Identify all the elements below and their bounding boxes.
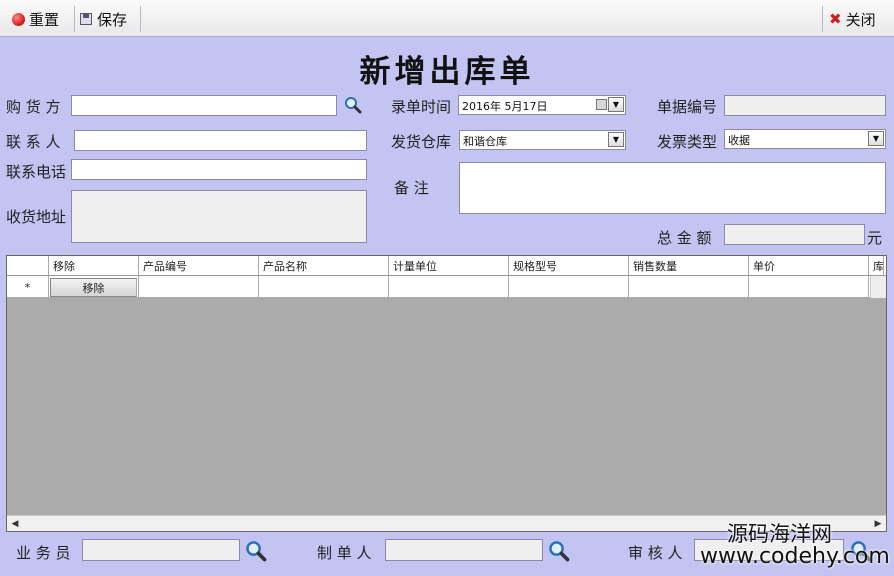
maker-label: 制 单 人 xyxy=(317,544,372,562)
phone-label: 联系电话 xyxy=(6,163,67,181)
close-icon: ✖ xyxy=(829,10,842,28)
column-header[interactable]: 产品编号 xyxy=(139,256,259,275)
save-button-label: 保存 xyxy=(97,10,128,29)
total-label: 总 金 额 xyxy=(657,229,712,247)
warehouse-label: 发货仓库 xyxy=(391,133,452,151)
entry-time-label: 录单时间 xyxy=(391,98,452,116)
column-header[interactable]: 销售数量 xyxy=(629,256,749,275)
address-textarea[interactable] xyxy=(71,190,367,243)
doc-no-input[interactable] xyxy=(724,95,886,116)
total-input[interactable] xyxy=(724,224,865,245)
invoice-type-label: 发票类型 xyxy=(657,133,718,151)
chevron-down-icon[interactable]: ▼ xyxy=(868,131,884,146)
table-cell[interactable] xyxy=(389,276,509,297)
search-icon[interactable] xyxy=(245,540,267,562)
column-header[interactable]: 单价 xyxy=(749,256,869,275)
column-header[interactable]: 产品名称 xyxy=(259,256,389,275)
column-header[interactable] xyxy=(7,256,49,275)
close-button-label: 关闭 xyxy=(845,10,876,29)
remark-textarea[interactable] xyxy=(459,162,886,214)
close-button[interactable]: ✖ 关闭 xyxy=(829,6,876,32)
chevron-down-icon[interactable]: ▼ xyxy=(608,97,624,112)
new-row-marker: * xyxy=(7,276,49,297)
contact-label: 联 系 人 xyxy=(6,133,61,151)
toolbar-separator xyxy=(140,6,141,32)
toolbar-separator xyxy=(74,6,75,32)
save-icon xyxy=(80,13,92,25)
table-cell[interactable] xyxy=(749,276,869,297)
search-icon[interactable] xyxy=(548,540,570,562)
reset-button[interactable]: 重置 xyxy=(12,6,59,32)
table-cell[interactable] xyxy=(629,276,749,297)
reset-button-label: 重置 xyxy=(29,10,60,29)
remove-cell: 移除 xyxy=(49,276,139,297)
toolbar-separator xyxy=(822,6,823,32)
toolbar: 重置 保存 ✖ 关闭 xyxy=(0,0,894,37)
contact-input[interactable] xyxy=(74,130,367,151)
phone-input[interactable] xyxy=(71,159,367,180)
column-header[interactable]: 计量单位 xyxy=(389,256,509,275)
buyer-label: 购 货 方 xyxy=(6,98,61,116)
address-label: 收货地址 xyxy=(6,208,67,226)
maker-input[interactable] xyxy=(385,539,543,561)
reset-icon xyxy=(12,12,25,26)
column-header[interactable]: 移除 xyxy=(49,256,139,275)
warehouse-value: 和谐仓库 xyxy=(463,135,507,148)
entry-time-picker[interactable]: 2016年 5月17日 ▼ xyxy=(458,95,626,115)
search-icon[interactable] xyxy=(344,96,362,114)
entry-time-value: 2016年 5月17日 xyxy=(462,100,548,113)
salesperson-input[interactable] xyxy=(82,539,240,561)
invoice-type-select[interactable]: 收据 ▼ xyxy=(724,129,886,149)
watermark-url: www.codehy.com xyxy=(700,544,890,569)
currency-unit: 元 xyxy=(867,229,883,247)
grid-header: 移除 产品编号 产品名称 计量单位 规格型号 销售数量 单价 库 xyxy=(7,256,886,276)
column-header[interactable]: 规格型号 xyxy=(509,256,629,275)
table-cell[interactable] xyxy=(139,276,259,297)
scroll-left-icon[interactable]: ◀ xyxy=(8,517,22,531)
table-row[interactable]: * 移除 xyxy=(7,276,886,298)
scroll-right-icon[interactable]: ▶ xyxy=(871,517,885,531)
calendar-icon[interactable] xyxy=(596,99,607,110)
remove-row-button[interactable]: 移除 xyxy=(50,278,137,297)
doc-no-label: 单据编号 xyxy=(657,98,718,116)
warehouse-select[interactable]: 和谐仓库 ▼ xyxy=(459,130,626,150)
reviewer-label: 审 核 人 xyxy=(628,544,683,562)
invoice-type-value: 收据 xyxy=(728,134,750,147)
page-title: 新增出库单 xyxy=(359,54,535,90)
table-cell[interactable] xyxy=(509,276,629,297)
remark-label: 备 注 xyxy=(394,179,429,197)
buyer-input[interactable] xyxy=(71,95,337,116)
table-cell[interactable] xyxy=(259,276,389,297)
column-header[interactable]: 库 xyxy=(869,256,884,275)
vertical-scrollbar[interactable] xyxy=(870,276,886,298)
save-button[interactable]: 保存 xyxy=(80,6,127,32)
chevron-down-icon[interactable]: ▼ xyxy=(608,132,624,147)
product-grid[interactable]: 移除 产品编号 产品名称 计量单位 规格型号 销售数量 单价 库 * 移除 ◀ … xyxy=(6,255,887,532)
salesperson-label: 业 务 员 xyxy=(16,544,71,562)
